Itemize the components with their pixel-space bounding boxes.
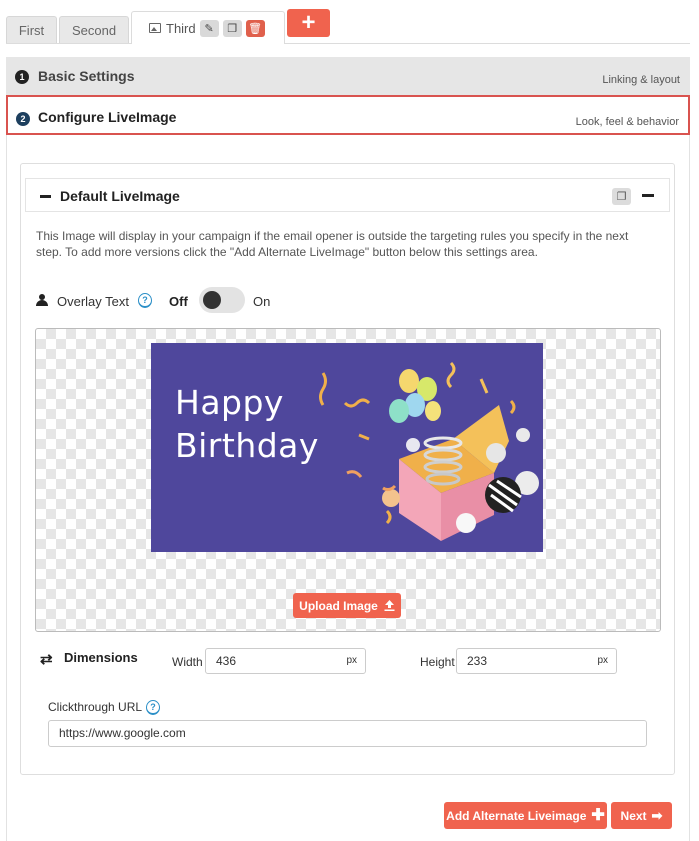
height-label: Height	[420, 655, 455, 669]
birthday-image: Happy Birthday	[151, 343, 543, 552]
image-icon	[149, 23, 161, 33]
swap-arrows-icon: ⇄	[40, 651, 53, 668]
arrow-right-icon: ➡	[651, 808, 663, 823]
panel-title: Default LiveImage	[60, 188, 180, 204]
toggle-knob	[203, 291, 221, 309]
add-tab-button[interactable]: +	[287, 9, 330, 37]
birthday-line-2: Birthday	[175, 426, 319, 465]
overlay-text-row: Overlay Text ? Off On	[36, 287, 336, 313]
next-label: Next	[620, 808, 647, 823]
step-subtitle: Linking & layout	[602, 74, 680, 86]
duplicate-icon[interactable]: ❐	[612, 188, 631, 205]
birthday-line-1: Happy	[175, 383, 284, 422]
toggle-off-label: Off	[169, 294, 188, 309]
minus-icon	[40, 195, 51, 198]
panel-header[interactable]: Default LiveImage ❐	[25, 178, 670, 212]
height-unit: px	[597, 655, 608, 666]
tab-second[interactable]: Second	[59, 16, 129, 43]
clickthrough-url-label: Clickthrough URL	[48, 700, 143, 714]
copy-icon[interactable]: ❐	[222, 19, 242, 37]
add-alternate-liveimage-button[interactable]: Add Alternate Liveimage ✚	[444, 802, 607, 829]
tab-bar-divider	[6, 43, 690, 44]
tab-first[interactable]: First	[6, 16, 57, 43]
step-basic-settings[interactable]: 1 Basic Settings Linking & layout	[6, 57, 690, 95]
overlay-text-toggle[interactable]	[199, 287, 245, 313]
help-icon[interactable]: ?	[146, 700, 160, 715]
pencil-icon[interactable]: ✎	[199, 19, 219, 37]
step-title: Configure LiveImage	[38, 109, 177, 125]
step-configure-liveimage[interactable]: 2 Configure LiveImage Look, feel & behav…	[6, 95, 690, 135]
birthday-text: Happy Birthday	[175, 381, 319, 467]
add-alternate-label: Add Alternate Liveimage	[446, 808, 587, 823]
plus-icon: ✚	[591, 806, 605, 824]
width-input[interactable]: 436 px	[205, 648, 366, 674]
collapse-icon[interactable]	[642, 194, 654, 197]
tab-bar: First Second Third ✎ ❐ 🗑	[0, 0, 699, 44]
upload-image-label: Upload Image	[299, 598, 378, 613]
panel-description: This Image will display in your campaign…	[36, 229, 629, 259]
width-unit: px	[346, 655, 357, 666]
height-input[interactable]: 233 px	[456, 648, 617, 674]
width-value: 436	[216, 654, 237, 668]
next-button[interactable]: Next ➡	[611, 802, 672, 829]
clickthrough-url-input[interactable]: https://www.google.com	[48, 720, 647, 747]
person-icon	[36, 294, 48, 307]
tab-third-label: Third	[166, 20, 196, 36]
dimensions-label: Dimensions	[64, 650, 138, 665]
height-value: 233	[467, 654, 488, 668]
trash-icon[interactable]: 🗑	[245, 19, 265, 37]
upload-icon	[384, 600, 395, 611]
step-subtitle: Look, feel & behavior	[575, 116, 679, 128]
width-label: Width	[172, 655, 203, 669]
step-title: Basic Settings	[38, 68, 135, 84]
overlay-text-label: Overlay Text	[57, 294, 130, 309]
tab-third[interactable]: Third ✎ ❐ 🗑	[131, 11, 285, 44]
upload-image-button[interactable]: Upload Image	[293, 593, 401, 618]
help-icon[interactable]: ?	[138, 293, 152, 308]
step-number-badge: 1	[15, 70, 29, 84]
step-number-badge: 2	[16, 112, 30, 126]
toggle-on-label: On	[253, 294, 271, 309]
